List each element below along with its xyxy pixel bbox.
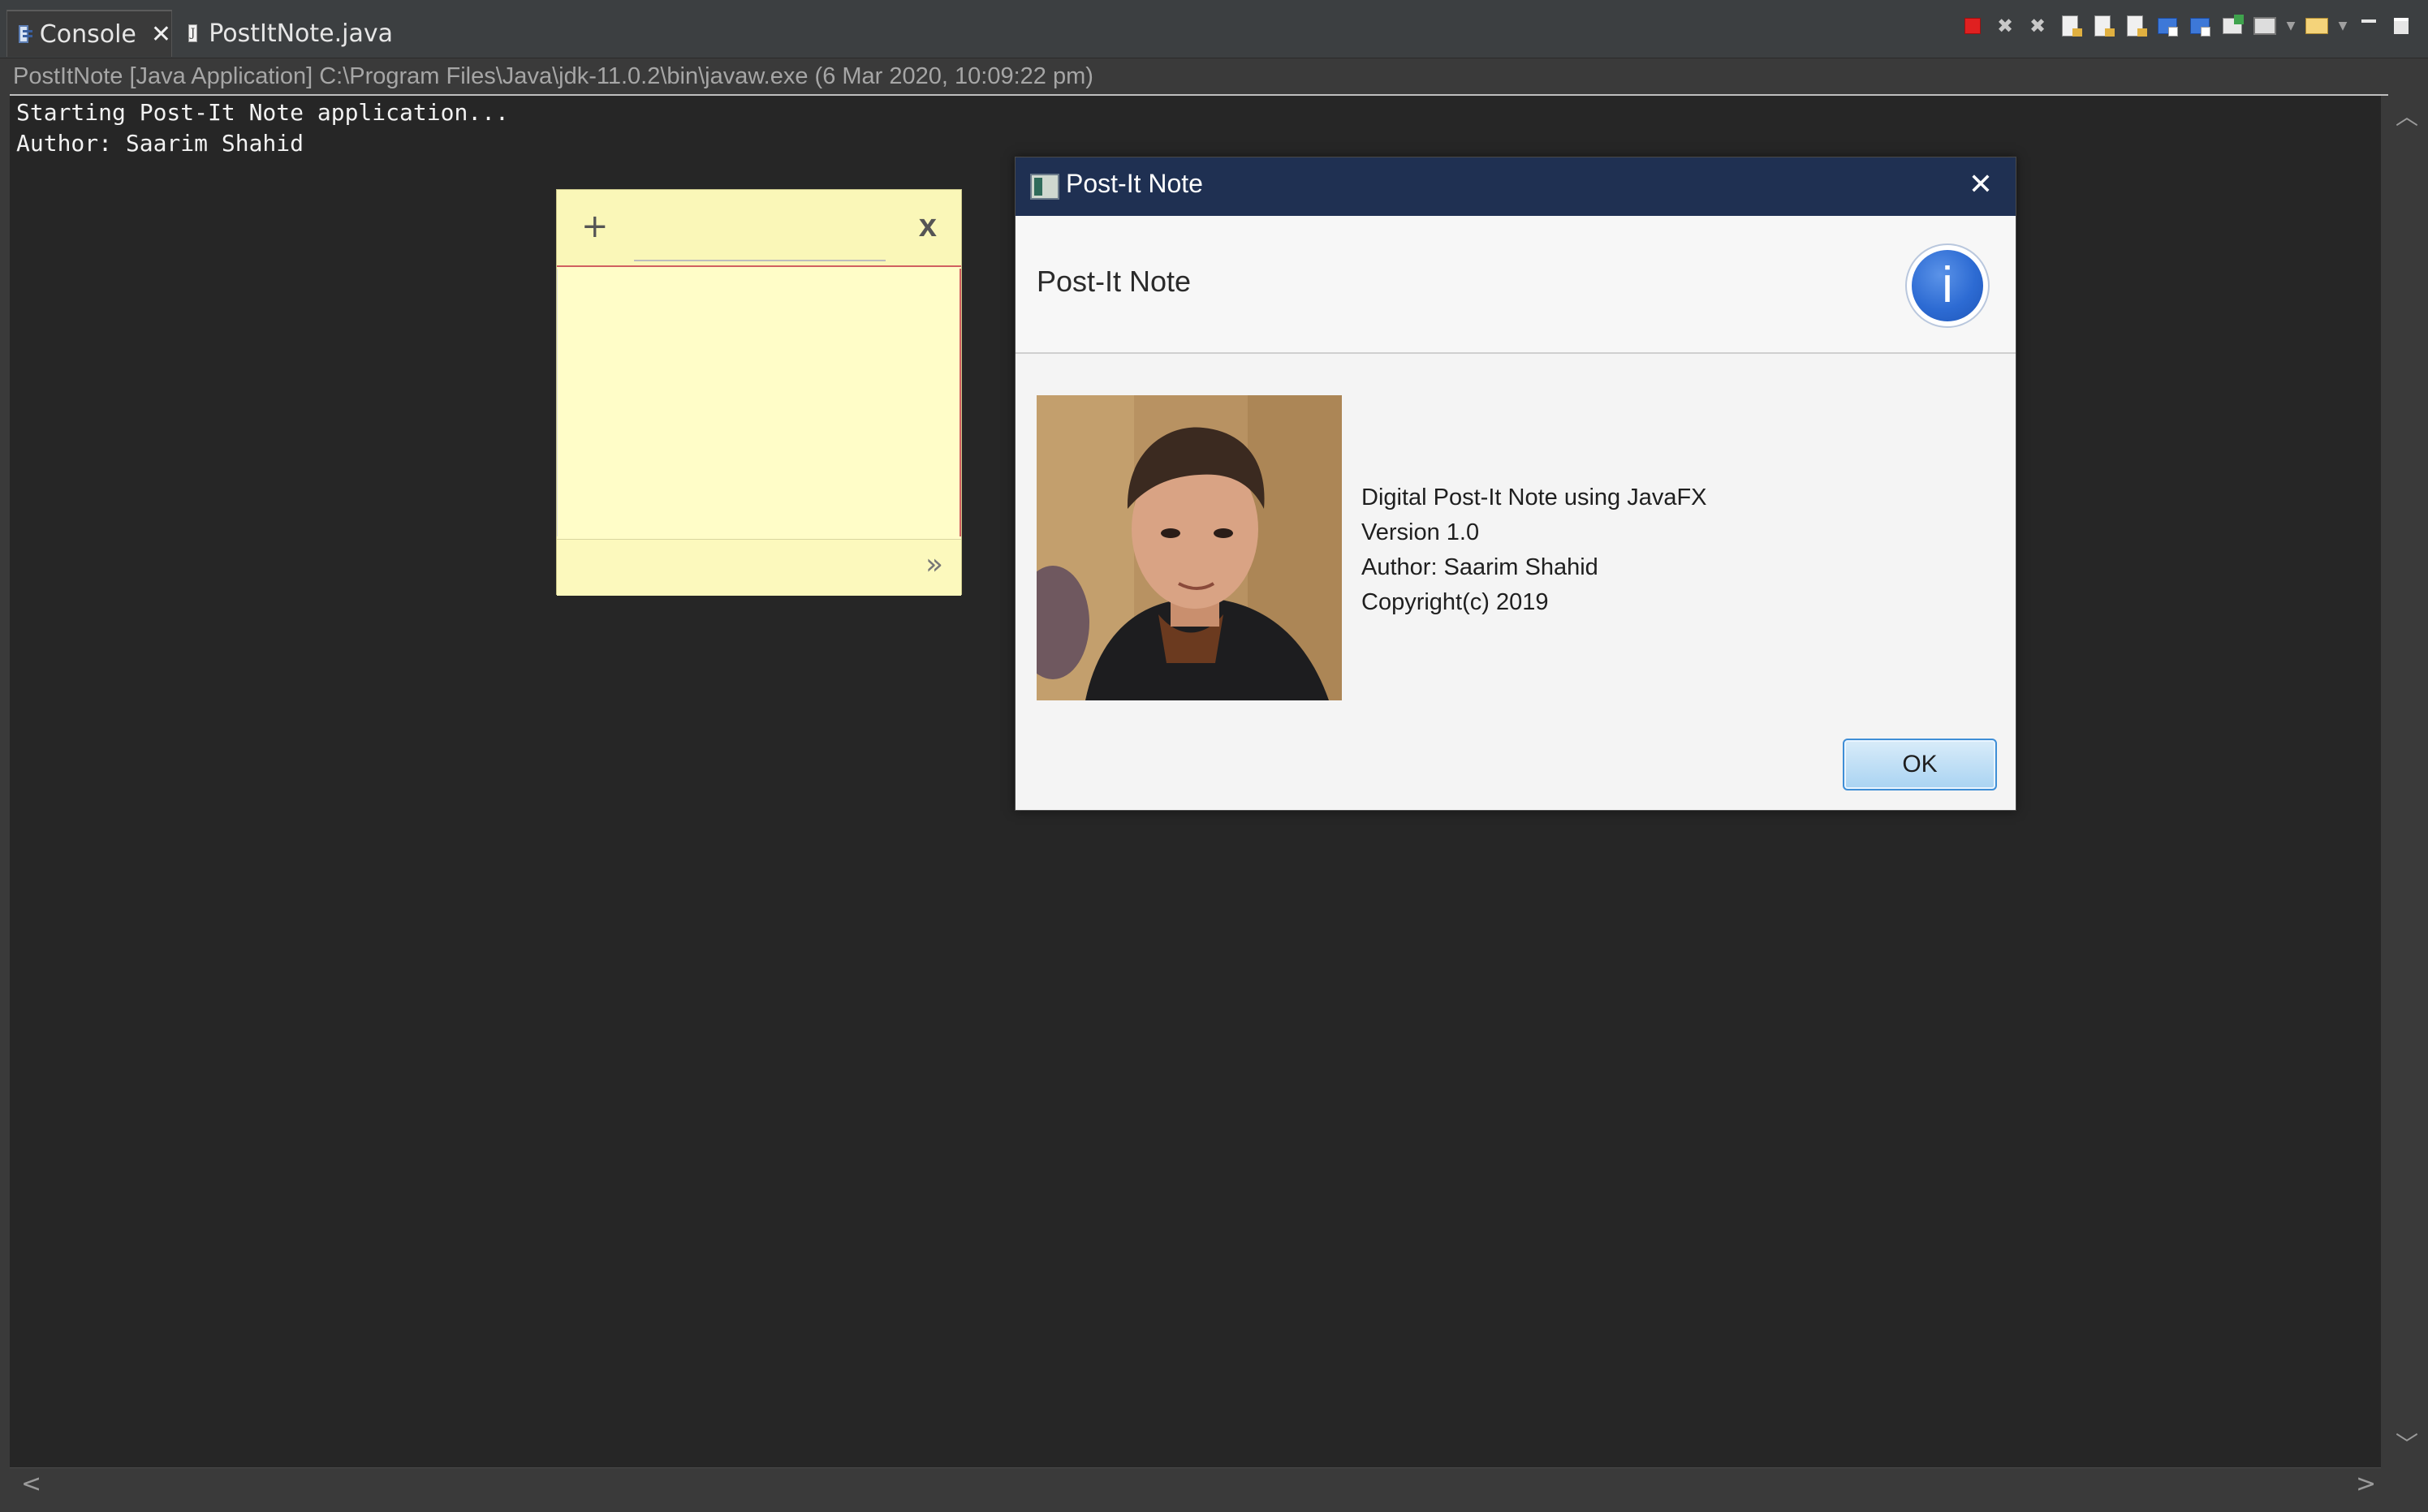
- sticky-note-window: + x »: [556, 189, 962, 596]
- console-line: Author: Saarim Shahid: [16, 130, 304, 157]
- horizontal-scrollbar[interactable]: < >: [10, 1467, 2381, 1498]
- console-icon: [19, 25, 32, 43]
- remove-launch-icon[interactable]: ✖: [1993, 14, 2017, 38]
- java-file-icon: J: [188, 24, 198, 42]
- dialog-titlebar[interactable]: Post-It Note ✕: [1016, 157, 2016, 216]
- sticky-note-header: + x: [557, 190, 961, 267]
- tab-java-label: PostItNote.java: [209, 19, 393, 48]
- view-tab-bar: Console ✕ J PostItNote.java ✖ ✖ ▼ ▼: [0, 0, 2428, 58]
- console-toolbar: ✖ ✖ ▼ ▼: [1960, 11, 2413, 41]
- close-note-button[interactable]: x: [919, 208, 937, 244]
- about-line: Author: Saarim Shahid: [1361, 554, 1598, 580]
- word-wrap-icon[interactable]: [2123, 14, 2147, 38]
- ok-button[interactable]: OK: [1843, 739, 1997, 790]
- author-photo: [1037, 395, 1342, 700]
- console-text: Starting Post-It Note application... Auth…: [16, 97, 509, 159]
- about-line: Version 1.0: [1361, 519, 1480, 545]
- display-selected-console-icon[interactable]: [2188, 14, 2212, 38]
- tab-console[interactable]: Console ✕: [6, 10, 172, 57]
- tab-console-label: Console: [39, 19, 136, 49]
- scroll-up-icon[interactable]: ︿: [2396, 99, 2418, 131]
- app-icon: [1030, 174, 1059, 200]
- dialog-header: Post-It Note i: [1016, 216, 2016, 354]
- chevron-down-icon[interactable]: ▼: [2285, 14, 2296, 38]
- remove-all-terminated-icon[interactable]: ✖: [2025, 14, 2050, 38]
- pin-console-icon[interactable]: [2155, 14, 2180, 38]
- note-title-field[interactable]: [634, 214, 886, 261]
- about-line: Digital Post-It Note using JavaFX: [1361, 485, 1707, 510]
- minimize-icon[interactable]: [2357, 14, 2381, 38]
- vertical-scrollbar[interactable]: ︿ ﹀: [2381, 96, 2428, 1467]
- scroll-lock-icon[interactable]: [2090, 14, 2115, 38]
- folder-icon[interactable]: [2305, 14, 2329, 38]
- scroll-down-icon[interactable]: ﹀: [2396, 1427, 2418, 1459]
- terminate-icon[interactable]: [1960, 14, 1985, 38]
- sticky-note-footer: »: [557, 539, 961, 596]
- more-options-button[interactable]: »: [925, 548, 943, 581]
- tab-postitnote-java[interactable]: J PostItNote.java: [182, 10, 393, 57]
- about-text: Digital Post-It Note using JavaFX Versio…: [1361, 480, 1707, 620]
- note-text-area[interactable]: [557, 269, 961, 536]
- open-console-icon[interactable]: [2220, 14, 2245, 38]
- launch-configuration-label: PostItNote [Java Application] C:\Program…: [13, 63, 1093, 89]
- about-dialog: Post-It Note ✕ Post-It Note i Digital Po…: [1015, 157, 2016, 811]
- info-icon-glyph: i: [1912, 250, 1983, 321]
- info-icon: i: [1905, 243, 1990, 328]
- dialog-close-button[interactable]: ✕: [1969, 167, 1993, 201]
- new-console-icon[interactable]: [2253, 14, 2277, 38]
- about-line: Copyright(c) 2019: [1361, 589, 1549, 615]
- dialog-title: Post-It Note: [1066, 169, 1203, 198]
- scroll-left-icon[interactable]: <: [21, 1470, 41, 1498]
- console-line: Starting Post-It Note application...: [16, 99, 509, 126]
- tab-close-icon[interactable]: ✕: [151, 20, 171, 49]
- scroll-right-icon[interactable]: >: [2356, 1470, 2376, 1498]
- dialog-header-text: Post-It Note: [1037, 265, 1192, 298]
- chevron-down-icon[interactable]: ▼: [2337, 14, 2348, 38]
- show-console-icon[interactable]: [2058, 14, 2082, 38]
- add-note-button[interactable]: +: [581, 208, 609, 245]
- maximize-icon[interactable]: [2389, 14, 2413, 38]
